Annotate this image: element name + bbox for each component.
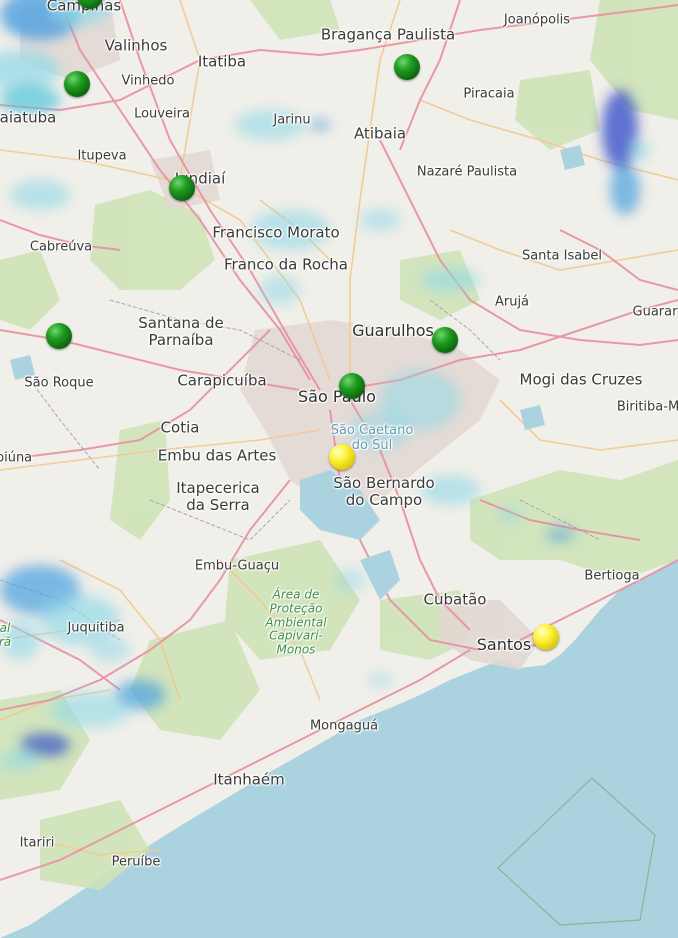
- label-atibaia: Atibaia: [353, 124, 407, 143]
- station-marker-yellow[interactable]: [533, 624, 559, 650]
- label-bertioga: Bertioga: [584, 568, 640, 584]
- label-vinhedo: Vinhedo: [121, 73, 175, 89]
- label-joanopolis: Joanópolis: [503, 12, 571, 28]
- label-aruja: Arujá: [494, 294, 530, 310]
- label-cabreuva: Cabreúva: [29, 239, 93, 255]
- label-mogi-das-cruzes: Mogi das Cruzes: [519, 370, 643, 389]
- label-guararema: Guarar: [632, 304, 678, 320]
- label-itapecerica-da-serra: Itapecerica da Serra: [176, 478, 260, 514]
- weather-map[interactable]: Campinas Valinhos Itatiba Bragança Pauli…: [0, 0, 678, 938]
- station-marker-green[interactable]: [46, 323, 72, 349]
- station-marker-yellow[interactable]: [329, 444, 355, 470]
- label-louveira: Louveira: [134, 106, 190, 122]
- label-jarinu: Jarinu: [273, 112, 311, 128]
- label-cubatao: Cubatão: [423, 590, 487, 609]
- label-embu-guacu: Embu-Guaçu: [194, 558, 280, 574]
- station-marker-green[interactable]: [339, 373, 365, 399]
- label-itupeva: Itupeva: [77, 148, 127, 164]
- station-marker-green[interactable]: [432, 327, 458, 353]
- label-embu-das-artes: Embu das Artes: [157, 446, 277, 465]
- label-santa-isabel: Santa Isabel: [521, 248, 603, 264]
- station-marker-green[interactable]: [394, 54, 420, 80]
- label-peruibe: Peruíbe: [111, 854, 161, 870]
- label-biritiba-mirim: Biritiba-M: [616, 399, 678, 415]
- label-santana-de-parnaiba: Santana de Parnaíba: [138, 313, 224, 349]
- label-left-edge-fragment: al rã: [0, 621, 12, 649]
- label-mongagua: Mongaguá: [309, 718, 379, 734]
- label-cotia: Cotia: [160, 418, 200, 437]
- label-ibiuna: biúna: [0, 450, 33, 466]
- label-area-protecao-ambiental: Área de Proteção Ambiental Capivari- Mon…: [265, 587, 327, 657]
- label-nazare-paulista: Nazaré Paulista: [416, 164, 518, 180]
- label-itatiba: Itatiba: [197, 52, 247, 71]
- label-braganca-paulista: Bragança Paulista: [320, 25, 456, 44]
- label-indaiatuba: aiatuba: [0, 108, 57, 127]
- label-carapicuiba: Carapicuíba: [177, 371, 267, 390]
- label-valinhos: Valinhos: [104, 36, 168, 55]
- label-sao-bernardo-do-campo: São Bernardo do Campo: [333, 473, 435, 509]
- label-itanhaem: Itanhaém: [213, 770, 285, 789]
- label-santos: Santos: [476, 634, 532, 654]
- label-piracaia: Piracaia: [463, 86, 515, 102]
- label-juquitiba: Juquitiba: [67, 620, 125, 636]
- label-sao-paulo: São Paulo: [298, 386, 376, 406]
- label-franco-da-rocha: Franco da Rocha: [224, 255, 348, 274]
- station-marker-green[interactable]: [169, 175, 195, 201]
- label-francisco-morato: Francisco Morato: [212, 223, 340, 242]
- station-marker-green[interactable]: [64, 71, 90, 97]
- label-guarulhos: Guarulhos: [352, 320, 434, 340]
- label-itariri: Itariri: [19, 835, 55, 851]
- label-sao-roque: São Roque: [24, 375, 94, 391]
